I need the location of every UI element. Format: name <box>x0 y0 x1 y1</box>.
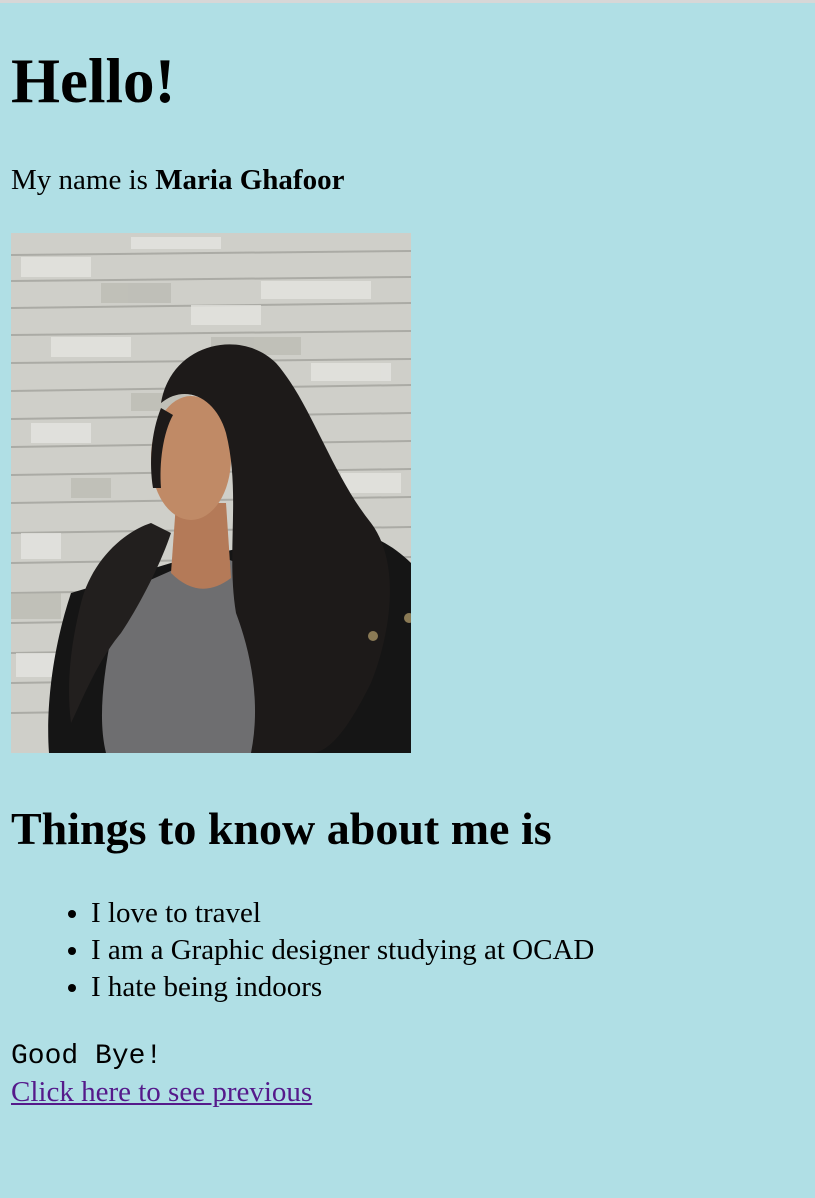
greeting-heading: Hello! <box>11 46 176 116</box>
previous-page-link[interactable]: Click here to see previous <box>11 1076 312 1109</box>
intro-text: My name is Maria Ghafoor <box>11 164 344 197</box>
intro-prefix: My name is <box>11 164 156 196</box>
list-item: I hate being indoors <box>91 969 594 1006</box>
profile-photo-illustration <box>11 233 411 753</box>
facts-heading: Things to know about me is <box>11 803 552 854</box>
profile-photo <box>11 233 411 753</box>
person-name: Maria Ghafoor <box>155 164 345 196</box>
list-item: I love to travel <box>91 895 594 932</box>
goodbye-text: Good Bye! <box>11 1041 163 1072</box>
list-item: I am a Graphic designer studying at OCAD <box>91 932 594 969</box>
window-top-border <box>0 0 815 3</box>
facts-list: I love to travel I am a Graphic designer… <box>51 895 594 1006</box>
